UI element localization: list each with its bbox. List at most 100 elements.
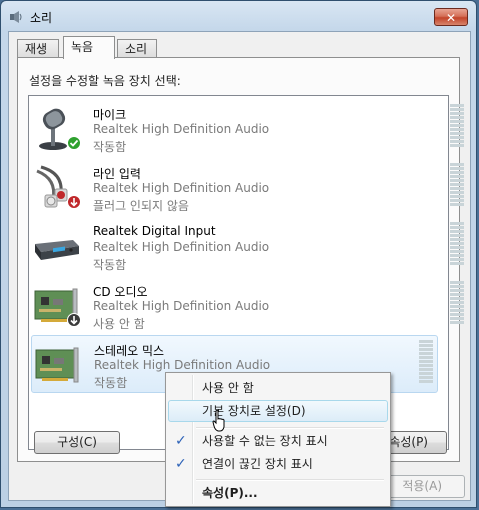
level-meter-segment [450,171,464,174]
properties-button-label: 속성(P) [389,435,428,449]
checkmark-icon: ✓ [175,433,187,449]
level-meter-segment [419,344,433,347]
level-meter-segment [450,309,464,312]
menu-item-properties[interactable]: 속성(P)... [168,482,388,504]
level-meter-segment [419,376,433,379]
level-meter-segment [450,238,464,241]
level-meter-segment [450,293,464,296]
level-meter-segment [450,285,464,288]
level-meter-segment [450,128,464,131]
sound-card-icon [35,347,79,383]
level-meter-segment [419,352,433,355]
tab-label: 녹음 [71,40,94,54]
level-meter-segment [450,179,464,182]
device-status: 작동함 [94,376,128,390]
level-meter-segment [450,140,464,143]
device-name: Realtek Digital Input [93,224,216,238]
device-item-cd-audio[interactable]: CD 오디오 Realtek High Definition Audio 사용 … [31,277,464,335]
level-meter [450,222,464,266]
device-status: 플러그 인되지 않음 [93,199,189,213]
device-name: CD 오디오 [93,285,148,299]
level-meter-segment [450,297,464,300]
check-badge-icon [67,136,81,150]
configure-button[interactable]: 구성(C) [34,431,120,454]
disabled-badge-icon [67,313,81,327]
level-meter-segment [450,242,464,245]
level-meter-segment [450,289,464,292]
level-meter-segment [419,364,433,367]
level-meter [450,163,464,207]
level-meter-segment [450,246,464,249]
device-driver: Realtek High Definition Audio [93,181,270,195]
menu-item-label: 사용 안 함 [202,381,254,395]
level-meter-segment [450,144,464,147]
level-meter-segment [450,104,464,107]
level-meter-segment [450,167,464,170]
menu-item-disable[interactable]: 사용 안 함 [168,377,388,399]
level-meter-segment [450,187,464,190]
device-status: 사용 안 함 [93,317,145,331]
context-menu: 사용 안 함 기본 장치로 설정(D) ✓ 사용할 수 없는 장치 표시 ✓ 연… [165,372,391,507]
tab-playback[interactable]: 재생 [17,39,59,58]
menu-item-show-disabled-devices[interactable]: ✓ 사용할 수 없는 장치 표시 [168,430,388,452]
checkmark-icon: ✓ [175,456,187,472]
device-name: 마이크 [93,108,127,122]
level-meter-segment [419,368,433,371]
level-meter-segment [450,258,464,261]
level-meter-segment [419,380,433,383]
level-meter [450,281,464,325]
tab-label: 재생 [25,42,48,56]
device-driver: Realtek High Definition Audio [93,122,270,136]
tab-label: 소리 [125,42,148,56]
configure-button-label: 구성(C) [57,435,97,449]
level-meter-segment [450,112,464,115]
apply-button-label: 적용(A) [402,479,442,493]
device-driver: Realtek High Definition Audio [93,240,270,254]
speaker-icon [10,11,22,23]
level-meter-segment [419,356,433,359]
level-meter-segment [450,199,464,202]
device-item-microphone[interactable]: 마이크 Realtek High Definition Audio 작동함 [31,100,464,158]
device-status: 작동함 [93,258,127,272]
level-meter-segment [450,136,464,139]
menu-item-label: 사용할 수 없는 장치 표시 [202,434,328,448]
tab-sounds[interactable]: 소리 [117,39,157,58]
level-meter-segment [450,132,464,135]
close-button[interactable]: ✕ [434,8,468,26]
level-meter-segment [450,321,464,324]
menu-separator [196,479,384,481]
menu-item-show-disconnected-devices[interactable]: ✓ 연결이 끊긴 장치 표시 [168,453,388,475]
tab-recording[interactable]: 녹음 [63,36,115,59]
device-name: 라인 입력 [93,167,141,181]
level-meter-segment [419,348,433,351]
device-item-digital-input[interactable]: Realtek Digital Input Realtek High Defin… [31,218,464,276]
level-meter [419,340,433,384]
level-meter-segment [450,120,464,123]
device-item-line-in[interactable]: 라인 입력 Realtek High Definition Audio 플러그 … [31,159,464,217]
level-meter-segment [450,108,464,111]
level-meter-segment [450,262,464,265]
level-meter-segment [450,301,464,304]
title-bar[interactable]: 소리 ✕ [1,1,476,31]
level-meter-segment [450,234,464,237]
instruction-text: 설정을 수정할 녹음 장치 선택: [29,74,181,88]
level-meter-segment [450,195,464,198]
device-driver: Realtek High Definition Audio [94,358,271,372]
level-meter-segment [450,191,464,194]
device-status: 작동함 [93,140,127,154]
level-meter-segment [450,163,464,166]
unplugged-badge-icon [67,195,81,209]
level-meter-segment [450,226,464,229]
level-meter-segment [450,222,464,225]
level-meter-segment [450,281,464,284]
level-meter-segment [450,183,464,186]
menu-item-set-default[interactable]: 기본 장치로 설정(D) [168,400,388,422]
level-meter-segment [419,340,433,343]
close-icon: ✕ [445,11,457,25]
level-meter [450,104,464,148]
level-meter-segment [450,124,464,127]
mouse-pointer-icon [212,410,225,432]
level-meter-segment [450,230,464,233]
window-title: 소리 [30,11,53,25]
level-meter-segment [419,372,433,375]
